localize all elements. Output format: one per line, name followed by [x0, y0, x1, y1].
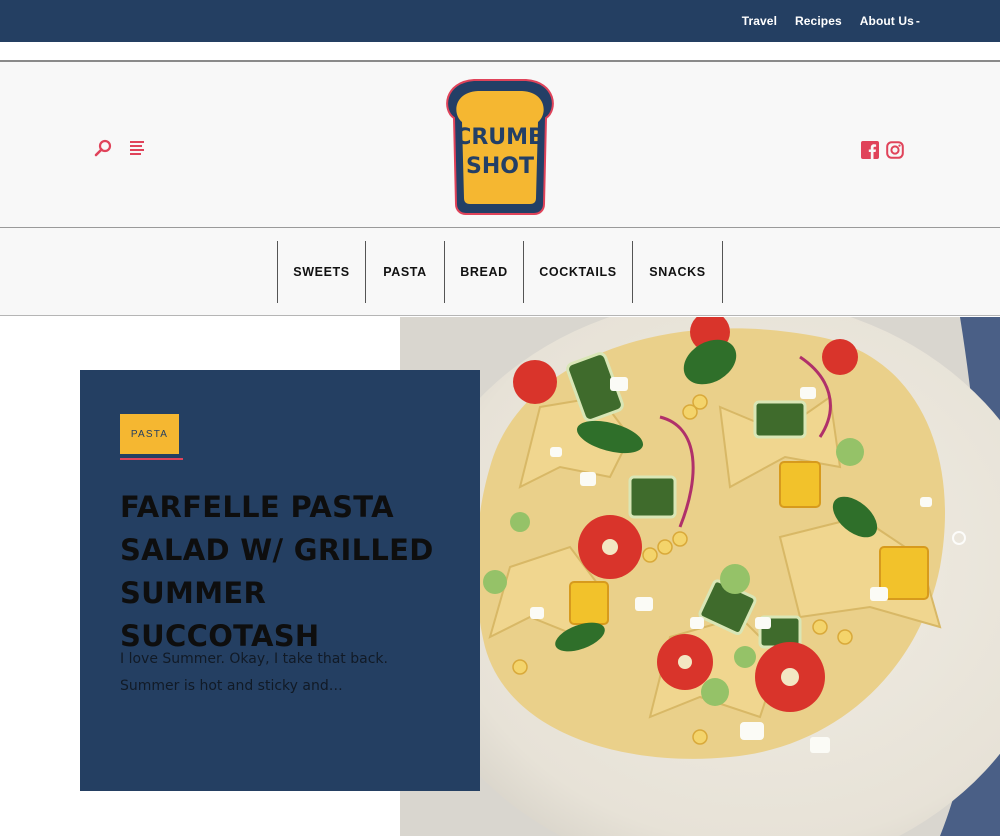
scroll-indicator[interactable]: [952, 531, 966, 545]
menu-icon[interactable]: [128, 138, 148, 160]
top-bar: Travel Recipes About Us -: [0, 0, 1000, 42]
logo-line2: SHOT: [466, 154, 534, 179]
instagram-icon[interactable]: [886, 141, 904, 159]
facebook-icon[interactable]: [861, 141, 879, 159]
category-bread[interactable]: BREAD: [445, 241, 524, 303]
category-nav: SWEETS PASTA BREAD COCKTAILS SNACKS: [0, 228, 1000, 316]
tag-underline: [120, 458, 183, 460]
post-excerpt: I love Summer. Okay, I take that back. S…: [120, 651, 388, 694]
top-nav-recipes[interactable]: Recipes: [795, 14, 842, 28]
category-snacks[interactable]: SNACKS: [633, 241, 723, 303]
category-list: SWEETS PASTA BREAD COCKTAILS SNACKS: [277, 241, 723, 303]
featured-image[interactable]: [400, 317, 1000, 836]
dropdown-marker: -: [915, 14, 920, 28]
category-cocktails[interactable]: COCKTAILS: [524, 241, 633, 303]
search-icon[interactable]: [92, 138, 114, 160]
category-sweets[interactable]: SWEETS: [278, 241, 366, 303]
header-gap: [0, 42, 1000, 60]
top-nav-travel[interactable]: Travel: [742, 14, 777, 28]
site-header: CRUMB SHOT: [0, 60, 1000, 228]
crumbshot-logo[interactable]: CRUMB SHOT: [440, 74, 560, 216]
post-title[interactable]: FARFELLE PASTA SALAD W/ GRILLED SUMMER S…: [120, 486, 450, 658]
top-nav-about-us[interactable]: About Us -: [860, 14, 920, 28]
top-nav: Travel Recipes About Us -: [742, 0, 920, 42]
featured-post-card: PASTA FARFELLE PASTA SALAD W/ GRILLED SU…: [80, 370, 480, 791]
category-tag[interactable]: PASTA: [120, 414, 179, 454]
logo-line1: CRUMB: [455, 125, 545, 150]
top-nav-about-us-label: About Us: [859, 14, 914, 28]
category-pasta[interactable]: PASTA: [366, 241, 445, 303]
